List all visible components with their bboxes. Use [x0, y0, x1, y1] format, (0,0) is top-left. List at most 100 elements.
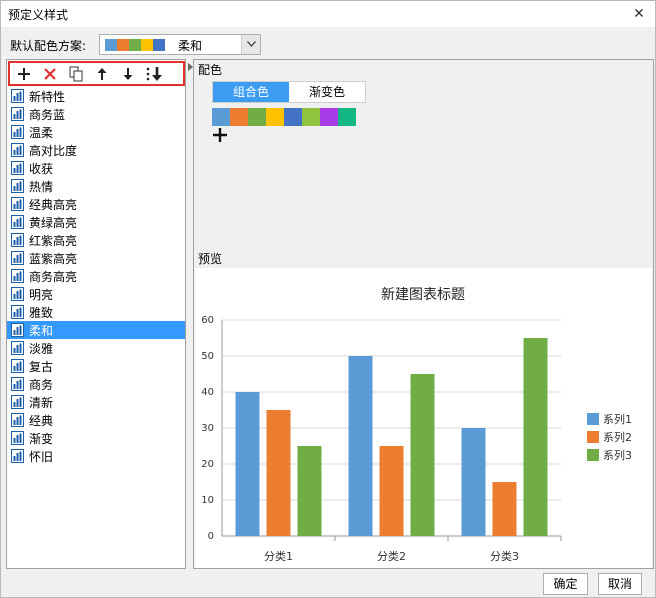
style-list-label: 柔和 [29, 324, 54, 338]
bar [410, 374, 435, 536]
cancel-button[interactable]: 取消 [598, 573, 642, 595]
delete-icon[interactable] [41, 65, 59, 83]
style-list-label: 清新 [29, 396, 54, 410]
chart-style-icon [11, 233, 24, 247]
chart-style-icon [11, 287, 24, 301]
palette-swatch[interactable] [302, 108, 320, 126]
scheme-swatch-strip [105, 39, 165, 51]
style-list-item[interactable]: 雅致 [7, 303, 185, 321]
palette-swatch[interactable] [266, 108, 284, 126]
style-list-item[interactable]: 红紫高亮 [7, 231, 185, 249]
x-tick-label: 分类1 [264, 549, 293, 563]
chart-style-icon [11, 413, 24, 427]
style-list-item[interactable]: 柔和 [7, 321, 185, 339]
ok-button[interactable]: 确定 [543, 573, 588, 595]
style-list-label: 红紫高亮 [29, 234, 78, 248]
palette-swatch[interactable] [212, 108, 230, 126]
style-list-item[interactable]: 商务 [7, 375, 185, 393]
style-list-item[interactable]: 热情 [7, 177, 185, 195]
style-list-label: 复古 [29, 360, 54, 374]
chart-style-icon [11, 143, 24, 157]
chart-style-icon [11, 395, 24, 409]
tab-gradient-colors[interactable]: 渐变色 [289, 82, 365, 102]
y-tick-label: 20 [201, 459, 214, 470]
style-list-label: 雅致 [29, 306, 54, 320]
style-list-item[interactable]: 经典 [7, 411, 185, 429]
style-list-item[interactable]: 蓝紫高亮 [7, 249, 185, 267]
y-tick-label: 30 [201, 423, 214, 434]
color-section-label: 配色 [198, 63, 223, 77]
move-down-icon[interactable] [119, 65, 137, 83]
chart-style-icon [11, 179, 24, 193]
palette-swatch[interactable] [320, 108, 338, 126]
style-list-item[interactable]: 温柔 [7, 123, 185, 141]
bar [297, 446, 322, 536]
close-button[interactable]: ✕ [629, 4, 649, 24]
style-list-label: 收获 [29, 162, 54, 176]
scheme-swatch [105, 39, 117, 51]
palette-swatch[interactable] [284, 108, 302, 126]
dialog-window: 预定义样式 ✕ 默认配色方案: 柔和 新特性 商务蓝 温柔 高对比度 收获 热情… [0, 0, 656, 598]
style-list-label: 热情 [29, 180, 54, 194]
style-list-label: 经典高亮 [29, 198, 78, 212]
add-icon[interactable] [15, 65, 33, 83]
preview-section-label: 预览 [198, 252, 223, 266]
legend-label: 系列1 [603, 412, 632, 426]
style-list-item[interactable]: 收获 [7, 159, 185, 177]
style-list-item[interactable]: 淡雅 [7, 339, 185, 357]
bar [523, 338, 548, 536]
add-color-icon[interactable] [212, 127, 228, 143]
y-tick-label: 0 [208, 531, 214, 542]
style-tree: 新特性 商务蓝 温柔高对比度收获热情经典高亮黄绿高亮红紫高亮 蓝紫高亮商务高亮 明亮雅致… [7, 87, 185, 465]
style-list-label: 黄绿高亮 [29, 216, 78, 230]
y-tick-label: 50 [201, 351, 214, 362]
palette-swatch[interactable] [248, 108, 266, 126]
tab-combined-colors[interactable]: 组合色 [213, 82, 289, 102]
style-list-item[interactable]: 高对比度 [7, 141, 185, 159]
style-list-item[interactable]: 商务蓝 [7, 105, 185, 123]
bar [348, 356, 373, 536]
chart-style-icon [11, 197, 24, 211]
style-list-item[interactable]: 渐变 [7, 429, 185, 447]
style-list-label: 淡雅 [29, 342, 54, 356]
palette-swatch[interactable] [230, 108, 248, 126]
style-list-item[interactable]: 复古 [7, 357, 185, 375]
palette-swatch[interactable] [338, 108, 356, 126]
chart-style-icon [11, 377, 24, 391]
bar [492, 482, 517, 536]
move-up-icon[interactable] [93, 65, 111, 83]
chart-preview: 新建图表标题 0 10 20 30 40 50 60 分类1 分类2 分类3 系列1 系列2 系列3 [195, 268, 652, 568]
legend-label: 系列2 [603, 430, 632, 444]
chart-style-icon [11, 89, 24, 103]
scheme-swatch [153, 39, 165, 51]
y-tick-label: 40 [201, 387, 214, 398]
chart-style-icon [11, 251, 24, 265]
bar [461, 428, 486, 536]
chart-style-icon [11, 269, 24, 283]
style-list-item[interactable]: 经典高亮 [7, 195, 185, 213]
x-tick-label: 分类2 [377, 549, 406, 563]
y-tick-label: 10 [201, 495, 214, 506]
style-list-label: 商务 [29, 378, 54, 392]
style-list-item[interactable]: 明亮 [7, 285, 185, 303]
copy-icon[interactable] [67, 65, 85, 83]
title-bar: 预定义样式 ✕ [1, 1, 655, 27]
chart-style-icon [11, 215, 24, 229]
style-list-item[interactable]: 商务高亮 [7, 267, 185, 285]
style-list-label: 高对比度 [29, 144, 78, 158]
style-list-item[interactable]: 新特性 [7, 87, 185, 105]
color-scheme-dropdown[interactable]: 柔和 [99, 34, 261, 55]
style-detail-panel: 配色 组合色 渐变色 预览 新建图表标题 0 10 20 30 40 50 60 分类1 分类2 分… [193, 59, 654, 569]
move-bottom-icon[interactable] [145, 65, 165, 83]
chart-style-icon [11, 323, 24, 337]
style-list-item[interactable]: 黄绿高亮 [7, 213, 185, 231]
bar [379, 446, 404, 536]
chevron-down-icon[interactable] [241, 35, 260, 54]
style-list-item[interactable]: 怀旧 [7, 447, 185, 465]
legend-label: 系列3 [603, 448, 632, 462]
style-toolbar [8, 61, 185, 86]
style-list-label: 怀旧 [29, 450, 54, 464]
style-list-item[interactable]: 清新 [7, 393, 185, 411]
chart-style-icon [11, 449, 24, 463]
style-list-label: 商务高亮 [29, 270, 78, 284]
